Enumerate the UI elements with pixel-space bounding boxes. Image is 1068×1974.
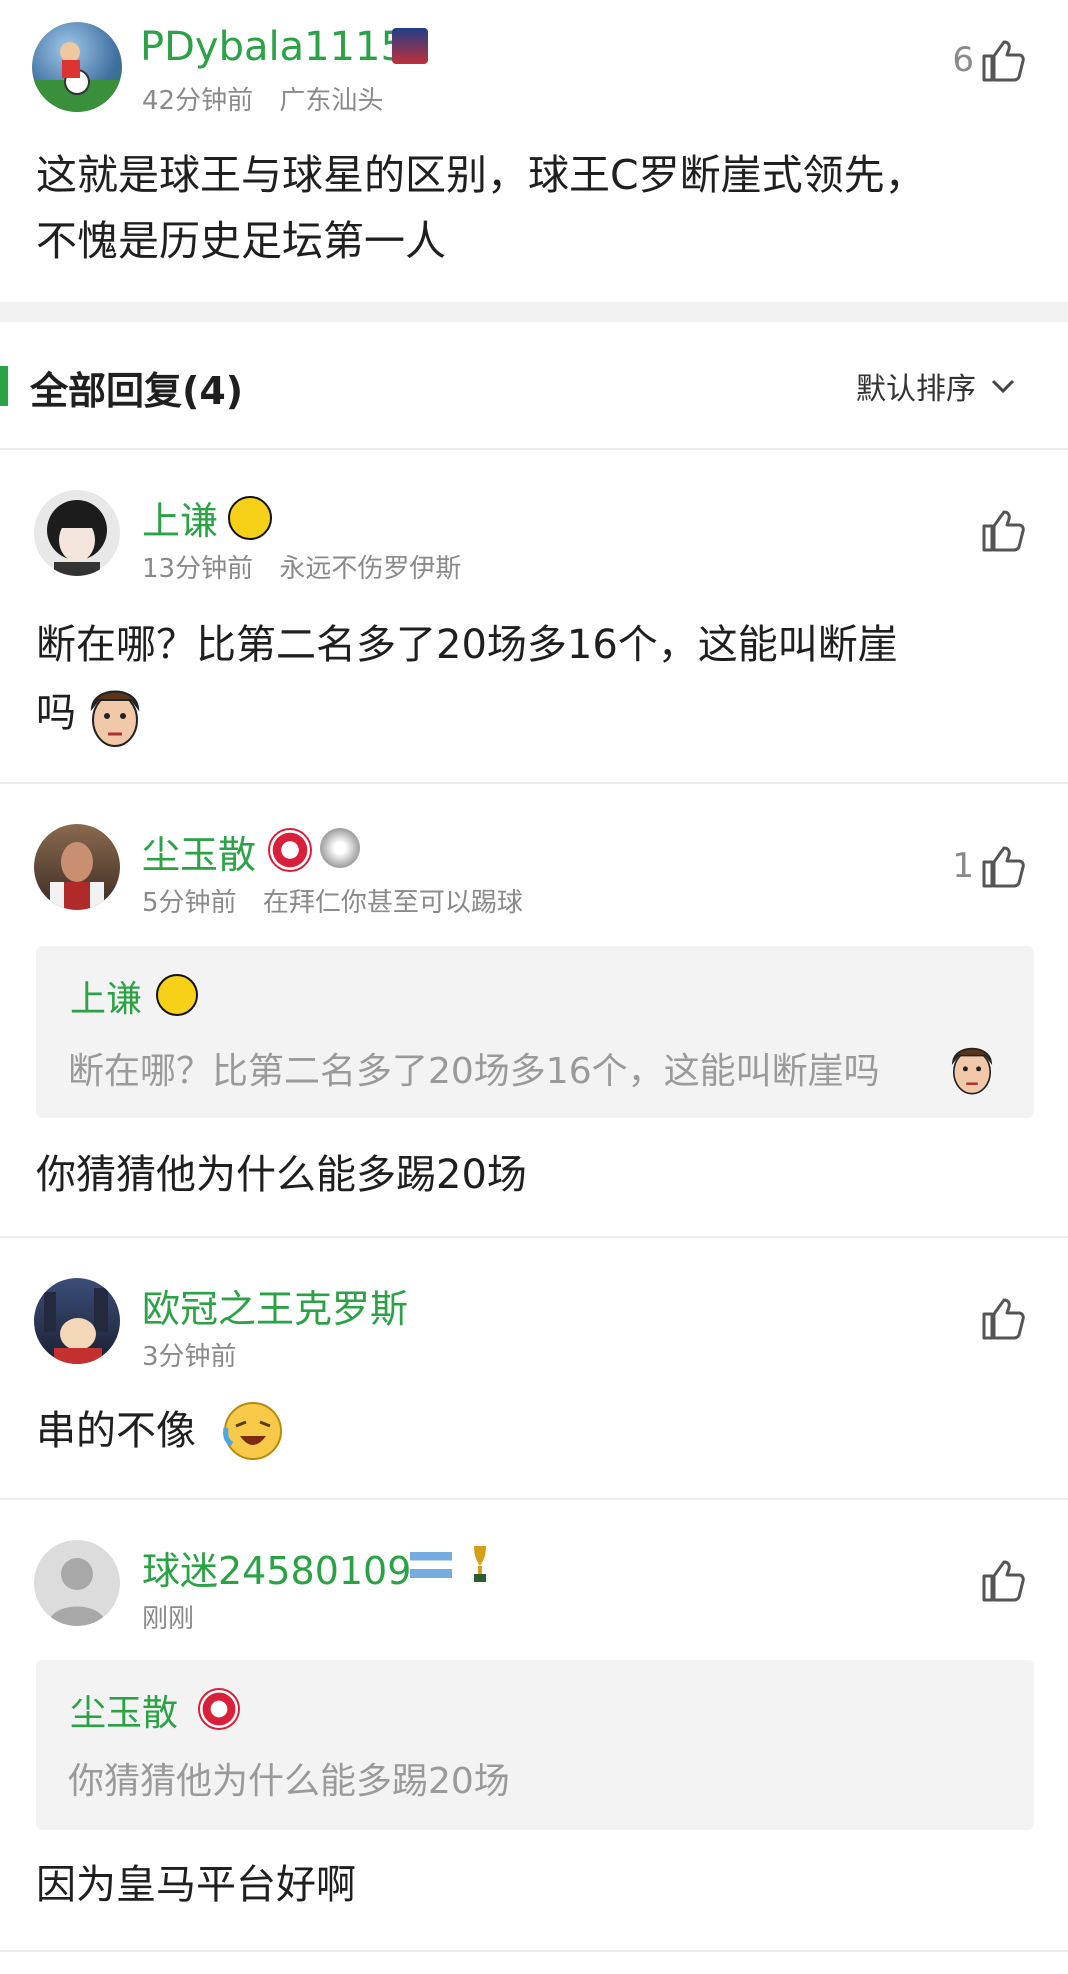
- club-badge-icon: [392, 28, 428, 64]
- club-badge-icon: [198, 1688, 240, 1730]
- avatar[interactable]: [32, 22, 122, 112]
- club-badge-icon: [156, 974, 198, 1016]
- club-badge-icon: [228, 496, 272, 540]
- like-button[interactable]: [980, 1558, 1026, 1602]
- like-count: 1: [952, 846, 974, 886]
- reply-time: 刚刚: [142, 1604, 195, 1634]
- post-text-line-2: 不愧是历史足坛第一人: [36, 217, 446, 265]
- reply-text-line-1: 串的不像: [36, 1408, 196, 1454]
- like-count: 6: [952, 40, 974, 80]
- divider: [0, 1498, 1068, 1500]
- avatar[interactable]: [34, 824, 120, 910]
- flag-argentina-icon: [410, 1552, 452, 1578]
- divider: [0, 1950, 1068, 1952]
- sort-label: 默认排序: [856, 372, 976, 407]
- reply-time: 3分钟前: [142, 1342, 237, 1372]
- reply-meta: 5分钟前 在拜仁你甚至可以踢球: [142, 882, 541, 919]
- avatar-image: [32, 42, 122, 112]
- accent-bar: [0, 366, 8, 406]
- like-button[interactable]: 6: [952, 38, 1026, 82]
- username[interactable]: 欧冠之王克罗斯: [142, 1278, 408, 1333]
- reply-text-line-1: 因为皇马平台好啊: [36, 1862, 356, 1908]
- avatar-image: [50, 842, 104, 910]
- avatar[interactable]: [34, 1540, 120, 1626]
- post-time: 42分钟前: [142, 86, 254, 116]
- like-button[interactable]: [980, 1296, 1026, 1340]
- username[interactable]: 尘玉散: [142, 824, 256, 879]
- like-button[interactable]: [980, 508, 1026, 552]
- world-cup-trophy-icon: [474, 1546, 486, 1582]
- post-location: 广东汕头: [279, 86, 384, 116]
- reply-meta: 刚刚: [142, 1598, 212, 1635]
- reply-text-line-2: 吗: [36, 690, 76, 736]
- quote-username[interactable]: 上谦: [70, 970, 142, 1022]
- avatar-image: [48, 1558, 106, 1626]
- thumbs-up-icon: [982, 1560, 1025, 1602]
- laughing-emoji-icon: [223, 1402, 282, 1460]
- username[interactable]: 上谦: [142, 490, 218, 545]
- trophy-badge-icon: [320, 828, 360, 868]
- reply-meta: 3分钟前: [142, 1336, 255, 1373]
- post-meta: 42分钟前 广东汕头: [142, 80, 401, 117]
- quoted-reply[interactable]: 上谦 断在哪？比第二名多了20场多16个，这能叫断崖吗: [36, 946, 1034, 1118]
- divider: [0, 782, 1068, 784]
- replies-title: 全部回复(4): [30, 369, 244, 413]
- like-button[interactable]: 1: [952, 844, 1026, 888]
- sort-dropdown[interactable]: 默认排序: [856, 364, 1016, 408]
- divider: [0, 1236, 1068, 1238]
- post-text-line-1: 这就是球王与球星的区别，球王C罗断崖式领先，: [36, 151, 926, 199]
- avatar-image: [47, 500, 107, 576]
- chevron-down-icon: [991, 379, 1015, 394]
- quoted-reply[interactable]: 尘玉散 你猜猜他为什么能多踢20场: [36, 1660, 1034, 1830]
- quote-text: 断在哪？比第二名多了20场多16个，这能叫断崖吗: [68, 1051, 880, 1092]
- reply-tag: 在拜仁你甚至可以踢球: [262, 888, 523, 918]
- face-emoji-icon: [951, 1047, 993, 1095]
- thumbs-up-icon: [982, 846, 1025, 888]
- reply-time: 5分钟前: [142, 888, 237, 918]
- face-emoji-icon: [90, 690, 140, 747]
- avatar-image: [44, 1288, 108, 1364]
- username[interactable]: 球迷24580109: [142, 1540, 411, 1595]
- quote-text: 你猜猜他为什么能多踢20场: [68, 1761, 510, 1802]
- reply-text-line-1: 你猜猜他为什么能多踢20场: [36, 1152, 527, 1198]
- thumbs-up-icon: [982, 510, 1025, 552]
- divider: [0, 448, 1068, 450]
- reply-time: 13分钟前: [142, 554, 254, 584]
- reply-tag: 永远不伤罗伊斯: [279, 554, 462, 584]
- thumbs-up-icon: [982, 40, 1025, 82]
- reply-meta: 13分钟前 永远不伤罗伊斯: [142, 548, 479, 585]
- username[interactable]: PDybala1115: [140, 24, 406, 70]
- quote-username[interactable]: 尘玉散: [70, 1684, 178, 1736]
- club-badge-icon: [268, 828, 312, 872]
- avatar[interactable]: [34, 1278, 120, 1364]
- section-separator: [0, 302, 1068, 322]
- reply-text-line-1: 断在哪？比第二名多了20场多16个，这能叫断崖: [36, 622, 898, 668]
- thumbs-up-icon: [982, 1298, 1025, 1340]
- avatar[interactable]: [34, 490, 120, 576]
